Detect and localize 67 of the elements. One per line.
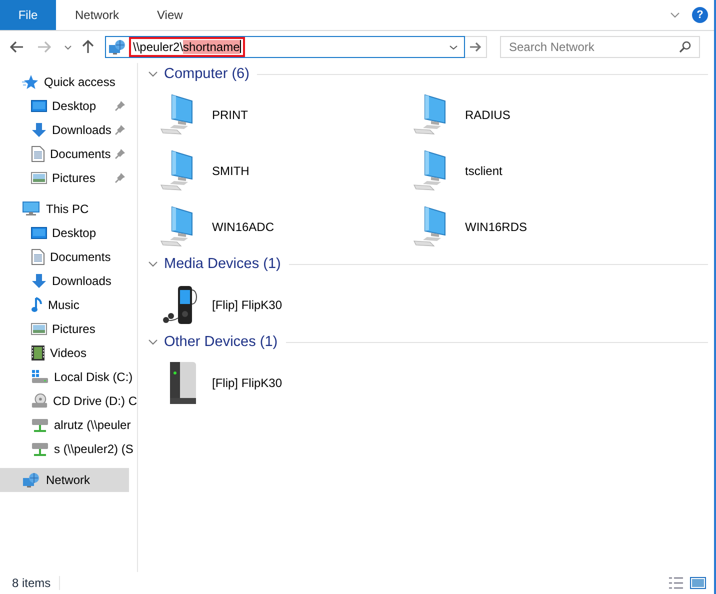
ribbon-tab[interactable]: View — [138, 0, 202, 30]
item-name[interactable]: [Flip] FlipK30 — [212, 376, 282, 390]
sidebar-item[interactable]: Local Disk (C:) — [0, 365, 137, 389]
large-icons-view-icon[interactable] — [690, 576, 706, 590]
search-field[interactable]: Search Network — [500, 36, 700, 58]
sidebar-item[interactable]: Documents — [0, 142, 137, 166]
hard-drive-icon — [31, 370, 49, 384]
up-icon[interactable] — [82, 40, 94, 54]
search-icon — [679, 41, 691, 53]
dropdown-icon[interactable] — [449, 44, 458, 50]
address-text: \\peuler2\shortname — [129, 37, 245, 57]
collapse-chevron-icon[interactable] — [148, 339, 158, 345]
group-heading[interactable]: Other Devices (1) — [164, 334, 278, 350]
film-icon — [31, 345, 45, 361]
picture-icon — [31, 322, 47, 336]
item-name[interactable]: PRINT — [212, 108, 248, 122]
item-name[interactable]: WIN16RDS — [465, 220, 528, 234]
sidebar-item[interactable]: Videos — [0, 341, 137, 365]
sidebar-item[interactable]: Documents — [0, 245, 137, 269]
monitor-icon — [22, 201, 40, 217]
sidebar-item[interactable]: Quick access — [0, 70, 137, 94]
cd-drive-icon — [31, 393, 48, 409]
help-button[interactable]: ? — [692, 7, 708, 23]
sidebar-item[interactable]: s (\\peuler2) (S — [0, 437, 137, 461]
music-note-icon — [31, 297, 43, 313]
item-name[interactable]: [Flip] FlipK30 — [212, 298, 282, 312]
item-name[interactable]: tsclient — [465, 164, 502, 178]
sidebar-item[interactable]: Network — [0, 468, 129, 492]
sidebar-item[interactable]: Pictures — [0, 166, 137, 190]
expand-ribbon-icon[interactable] — [670, 12, 680, 18]
item-name[interactable]: WIN16ADC — [212, 220, 274, 234]
recent-locations-icon[interactable] — [64, 44, 72, 50]
document-icon — [31, 146, 45, 162]
desktop-icon — [31, 99, 47, 113]
details-view-icon[interactable] — [668, 576, 684, 590]
sidebar-item[interactable]: Music — [0, 293, 137, 317]
network-icon — [108, 39, 126, 55]
picture-icon — [31, 171, 47, 185]
back-icon[interactable] — [10, 41, 24, 53]
sidebar-item[interactable]: CD Drive (D:) C — [0, 389, 137, 413]
go-button[interactable] — [465, 36, 487, 58]
sidebar-item[interactable]: Desktop — [0, 94, 137, 118]
sidebar-item[interactable]: Downloads — [0, 118, 137, 142]
network-icon — [22, 472, 40, 488]
sidebar-item[interactable]: This PC — [0, 197, 137, 221]
collapse-chevron-icon[interactable] — [148, 71, 158, 77]
group-heading[interactable]: Media Devices (1) — [164, 256, 281, 272]
download-arrow-icon — [31, 273, 47, 289]
file-menu-button[interactable]: File — [0, 0, 56, 30]
group-heading[interactable]: Computer (6) — [164, 66, 250, 82]
collapse-chevron-icon[interactable] — [148, 261, 158, 267]
item-count: 8 items — [12, 576, 60, 590]
desktop-icon — [31, 226, 47, 240]
sidebar-item[interactable]: alrutz (\\peuler — [0, 413, 137, 437]
network-drive-icon — [31, 441, 49, 457]
document-icon — [31, 249, 45, 265]
item-name[interactable]: RADIUS — [465, 108, 510, 122]
sidebar-item[interactable]: Downloads — [0, 269, 137, 293]
address-field[interactable]: \\peuler2\shortname — [105, 36, 465, 58]
ribbon-tab[interactable]: Network — [56, 0, 138, 30]
sidebar-item[interactable]: Desktop — [0, 221, 137, 245]
item-name[interactable]: SMITH — [212, 164, 250, 178]
download-arrow-icon — [31, 122, 47, 138]
network-drive-icon — [31, 417, 49, 433]
sidebar-item[interactable]: Pictures — [0, 317, 137, 341]
star-icon — [22, 74, 38, 90]
arrow-right-icon — [470, 42, 482, 52]
